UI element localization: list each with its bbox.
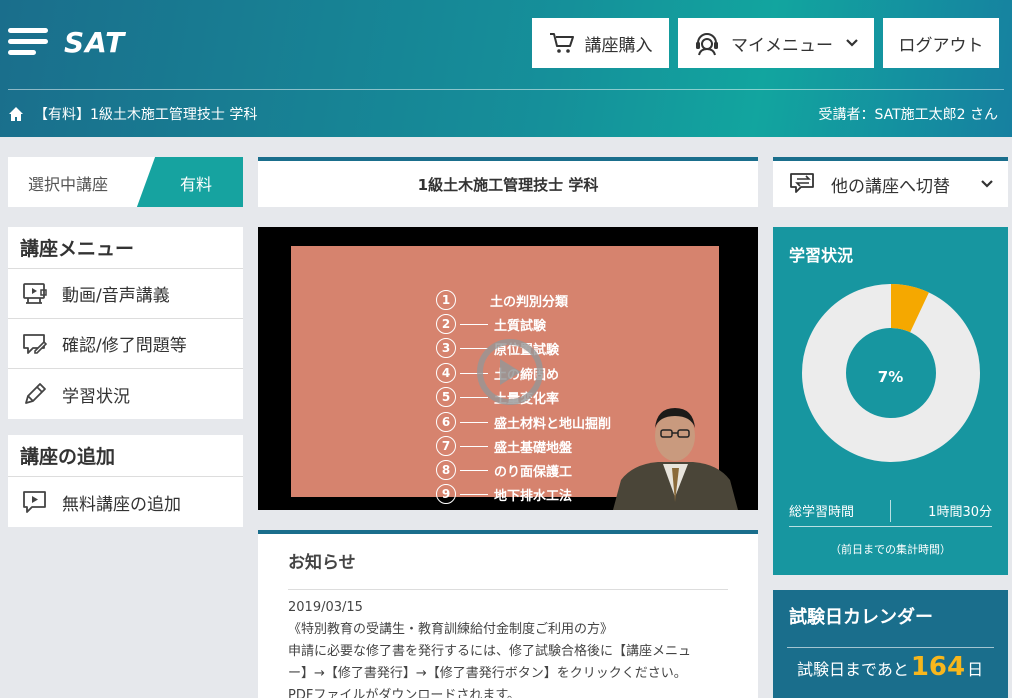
- pencil-icon: [25, 383, 46, 404]
- add-course-title: 講座の追加: [8, 435, 243, 477]
- slide-item-text: 盛土基礎地盤: [494, 440, 573, 456]
- video-lecture-icon: [23, 282, 47, 304]
- calendar-divider: [787, 647, 994, 648]
- aggregation-note: （前日までの集計時間）: [830, 543, 951, 556]
- slide-item-number: 9: [436, 484, 456, 504]
- menu-item-label: 動画/音声講義: [62, 286, 170, 306]
- quiz-icon: [23, 333, 48, 354]
- days-suffix: 日: [967, 660, 984, 679]
- breadcrumb-course: 【有料】1級土木施工管理技士 学科: [34, 107, 258, 123]
- slide-item-number: 7: [436, 436, 456, 456]
- total-study-time-label: 総学習時間: [789, 505, 855, 520]
- header-divider: [8, 89, 1004, 90]
- chevron-down-icon: [846, 39, 858, 47]
- stat-divider: [890, 499, 891, 522]
- news-line: PDFファイルがダウンロードされます。: [288, 688, 521, 698]
- logo-text: SAT: [64, 25, 126, 59]
- slide-item: 7 盛土基礎地盤: [436, 436, 572, 456]
- news-date: 2019/03/15: [288, 600, 363, 615]
- slide-item-number: 6: [436, 412, 456, 432]
- progress-percent: 7%: [877, 368, 904, 386]
- course-menu-card: 講座メニュー 動画/音声講義 確認/修了問題等 学習状況: [8, 227, 243, 419]
- slide-item: 2 土質試験: [436, 314, 546, 334]
- play-button[interactable]: [477, 339, 543, 405]
- learning-status-title: 学習状況: [789, 246, 854, 265]
- menu-item-learning-status[interactable]: 学習状況: [8, 369, 243, 419]
- menu-item-video-lecture[interactable]: 動画/音声講義: [8, 269, 243, 319]
- switch-course-button[interactable]: 他の講座へ切替: [773, 157, 1008, 207]
- add-course-card: 講座の追加 無料講座の追加: [8, 435, 243, 527]
- days-until-exam: 試験日まであと 164 日: [797, 652, 983, 682]
- menu-item-label: 学習状況: [62, 386, 130, 407]
- logout-button[interactable]: ログアウト: [883, 18, 999, 68]
- paid-tag: 有料: [180, 175, 213, 194]
- video-player[interactable]: 1 土の判別分類 2 土質試験 3 原位置試験 4 土の締固め 5 土量変化率 6 盛土材料…: [258, 227, 758, 510]
- home-icon[interactable]: [8, 106, 24, 122]
- slide-item-number: 2: [436, 314, 456, 334]
- presenter-image: [613, 408, 738, 510]
- slide-item: 1 土の判別分類: [436, 290, 568, 310]
- slide-item: 9 地下排水工法: [436, 484, 572, 504]
- chevron-down-icon: [981, 180, 993, 188]
- purchase-course-label: 講座購入: [584, 35, 653, 56]
- news-line: 申請に必要な修了書を発行するには、修了試験合格後に【講座メニュ: [288, 644, 692, 659]
- news-card: お知らせ 2019/03/15 《特別教育の受講生・教育訓練給付金制度ご利用の方…: [258, 530, 758, 698]
- my-menu-button[interactable]: マイメニュー: [678, 18, 874, 68]
- course-menu-title: 講座メニュー: [8, 227, 243, 269]
- slide-item-number: 5: [436, 387, 456, 407]
- menu-item-add-free-course[interactable]: 無料講座の追加: [8, 477, 243, 527]
- purchase-course-button[interactable]: 講座購入: [532, 18, 669, 68]
- slide-item-text: 盛土材料と地山掘削: [494, 416, 612, 432]
- headset-user-icon: [696, 33, 718, 56]
- logo-bars-icon: [8, 24, 50, 60]
- slide-item-number: 4: [436, 363, 456, 383]
- switch-course-label: 他の講座へ切替: [831, 176, 950, 197]
- slide-item-text: のり面保護工: [494, 464, 573, 480]
- my-menu-label: マイメニュー: [731, 35, 833, 56]
- learning-status-card: 学習状況 7% 総学習時間 1時間30分 （前日までの集計時間）: [773, 227, 1008, 575]
- switch-icon: [790, 173, 814, 193]
- menu-item-label: 確認/修了問題等: [62, 336, 187, 356]
- cart-icon: [549, 33, 574, 53]
- selected-course-label: 選択中講座: [28, 175, 109, 194]
- logout-label: ログアウト: [898, 35, 984, 56]
- days-count: 164: [910, 652, 966, 682]
- menu-item-label: 無料講座の追加: [62, 494, 181, 515]
- news-title: お知らせ: [288, 553, 356, 573]
- exam-calendar-card: 試験日カレンダー 試験日まであと 164 日: [773, 590, 1008, 698]
- slide-item: 8 のり面保護工: [436, 460, 572, 480]
- breadcrumb: 【有料】1級土木施工管理技士 学科: [8, 104, 257, 124]
- slide-item-text: 地下排水工法: [494, 488, 573, 504]
- play-comment-icon: [23, 491, 46, 513]
- play-icon: [500, 359, 521, 385]
- news-divider: [288, 589, 728, 590]
- slide-item-number: 8: [436, 460, 456, 480]
- exam-calendar-title: 試験日カレンダー: [789, 607, 933, 628]
- slide-item-number: 1: [436, 290, 456, 310]
- total-study-time-value: 1時間30分: [928, 505, 992, 520]
- slide-item-text: 土質試験: [494, 318, 547, 334]
- news-line: 《特別教育の受講生・教育訓練給付金制度ご利用の方》: [288, 622, 614, 637]
- selected-course-box: 選択中講座 有料: [8, 157, 243, 207]
- header-bar: SAT 講座購入 マイメニュー ログアウト 【有料】1級土木施工管理技士 学科 …: [0, 0, 1012, 137]
- slide-item: 6 盛土材料と地山掘削: [436, 412, 611, 432]
- course-title-card: 1級土木施工管理技士 学科: [258, 157, 758, 207]
- days-prefix: 試験日まであと: [797, 660, 909, 679]
- logo[interactable]: SAT: [8, 24, 125, 60]
- total-study-time-row: 総学習時間 1時間30分: [789, 495, 992, 527]
- menu-item-quiz[interactable]: 確認/修了問題等: [8, 319, 243, 369]
- news-line: ー】→【修了書発行】→【修了書発行ボタン】をクリックください。: [288, 666, 687, 681]
- course-title: 1級土木施工管理技士 学科: [417, 175, 599, 194]
- student-name: 受講者：SAT施工太郎2 さん: [818, 107, 998, 123]
- slide-item-number: 3: [436, 338, 456, 358]
- slide-item-text: 土の判別分類: [490, 294, 569, 310]
